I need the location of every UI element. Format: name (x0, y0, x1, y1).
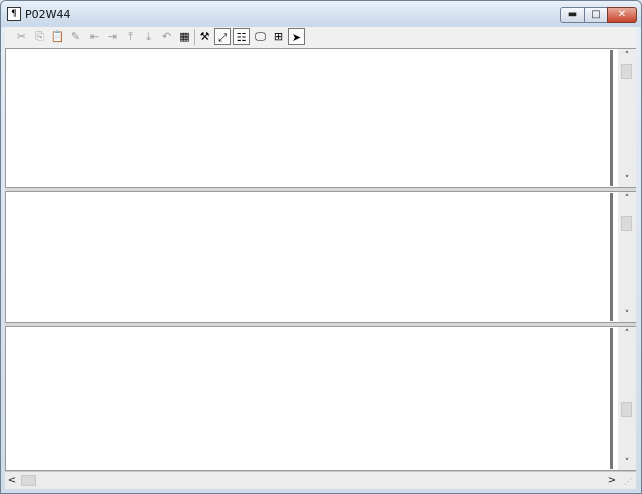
pane-bottom[interactable]: ˄ ˅ (5, 326, 636, 471)
title-bar[interactable]: ¶ P02W44 ▬ □ ✕ (1, 1, 641, 27)
scroll-right-arrow[interactable]: > (605, 472, 619, 489)
edit-icon: ✎ (70, 30, 81, 43)
align-right-icon: ⇥ (107, 30, 118, 43)
tree-button[interactable]: ⊞ (270, 28, 287, 45)
copy-icon: ⎘ (35, 30, 44, 43)
align-left-icon: ⇤ (89, 30, 100, 43)
pane-middle-content[interactable] (7, 193, 613, 321)
pane-top[interactable]: ˄ ˅ (5, 48, 636, 188)
tools-icon: ⚒ (199, 30, 210, 43)
monitor-icon: 🖵 (255, 30, 266, 43)
tree-icon: ⊞ (273, 30, 284, 43)
list-button[interactable]: ☷ (233, 28, 250, 45)
align-right-button[interactable]: ⇥ (104, 28, 121, 45)
cut-button[interactable]: ✂ (13, 28, 30, 45)
scroll-up-arrow[interactable]: ˄ (618, 192, 636, 206)
grid-button[interactable]: ▦ (176, 28, 193, 45)
list-icon: ☷ (236, 31, 247, 44)
resize-grip-icon[interactable]: ⋰ (624, 477, 634, 487)
resize-icon: ⤢ (218, 31, 227, 44)
scroll-thumb[interactable] (621, 64, 632, 79)
paste-icon: 📋 (50, 30, 65, 43)
maximize-button[interactable]: □ (584, 7, 608, 23)
monitor-button[interactable]: 🖵 (252, 28, 269, 45)
align-bottom-button[interactable]: ⤓ (140, 28, 157, 45)
pane-top-content[interactable] (7, 50, 613, 186)
minimize-button[interactable]: ▬ (560, 7, 585, 23)
close-button[interactable]: ✕ (607, 7, 637, 23)
toolbar-separator (194, 29, 195, 45)
grid-icon: ▦ (179, 30, 190, 43)
pane-top-scrollbar[interactable]: ˄ ˅ (618, 49, 636, 187)
scroll-down-arrow[interactable]: ˅ (618, 456, 636, 470)
scroll-up-arrow[interactable]: ˄ (618, 327, 636, 341)
pointer-button[interactable]: ➤ (288, 28, 305, 45)
window-title: P02W44 (25, 8, 71, 21)
paste-button[interactable]: 📋 (49, 28, 66, 45)
scroll-down-arrow[interactable]: ˅ (618, 308, 636, 322)
application-window: ¶ P02W44 ▬ □ ✕ ✂ ⎘ 📋 ✎ ⇤ ⇥ ⤒ ⤓ ↶ ▦ ⚒ ⤢ ☷… (0, 0, 642, 494)
client-area: ✂ ⎘ 📋 ✎ ⇤ ⇥ ⤒ ⤓ ↶ ▦ ⚒ ⤢ ☷ 🖵 ⊞ ➤ ˄ ˅ ˄ ˅ … (5, 27, 636, 489)
horizontal-scrollbar[interactable]: < > ⋰ (5, 471, 636, 489)
copy-button[interactable]: ⎘ (31, 28, 48, 45)
horizontal-scroll-thumb[interactable] (21, 475, 36, 486)
pane-middle-scrollbar[interactable]: ˄ ˅ (618, 192, 636, 322)
pointer-icon: ➤ (291, 31, 302, 44)
tools-button[interactable]: ⚒ (196, 28, 213, 45)
scroll-down-arrow[interactable]: ˅ (618, 173, 636, 187)
toolbar: ✂ ⎘ 📋 ✎ ⇤ ⇥ ⤒ ⤓ ↶ ▦ ⚒ ⤢ ☷ 🖵 ⊞ ➤ (7, 27, 307, 47)
undo-icon: ↶ (161, 30, 172, 43)
scroll-thumb[interactable] (621, 216, 632, 231)
app-icon[interactable]: ¶ (7, 7, 21, 21)
cut-icon: ✂ (16, 30, 27, 43)
scroll-left-arrow[interactable]: < (5, 472, 19, 489)
align-left-button[interactable]: ⇤ (86, 28, 103, 45)
align-top-icon: ⤒ (128, 30, 133, 43)
undo-button[interactable]: ↶ (158, 28, 175, 45)
pane-bottom-scrollbar[interactable]: ˄ ˅ (618, 327, 636, 470)
pane-middle[interactable]: ˄ ˅ (5, 191, 636, 323)
align-bottom-icon: ⤓ (146, 30, 151, 43)
align-top-button[interactable]: ⤒ (122, 28, 139, 45)
scroll-thumb[interactable] (621, 402, 632, 417)
edit-button[interactable]: ✎ (67, 28, 84, 45)
resize-button[interactable]: ⤢ (214, 28, 231, 45)
pane-bottom-content[interactable] (7, 328, 613, 469)
scroll-up-arrow[interactable]: ˄ (618, 49, 636, 63)
